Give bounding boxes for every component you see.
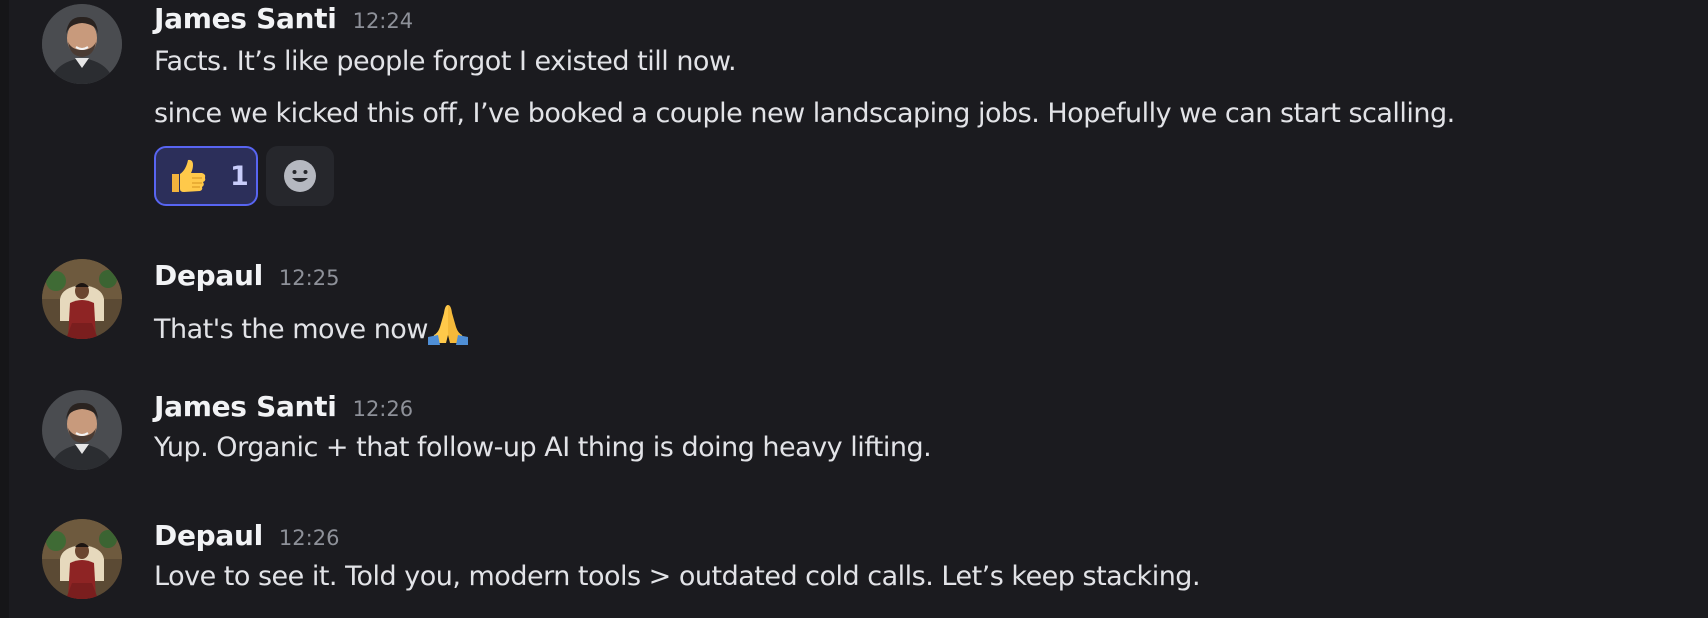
thumbs-up-emoji bbox=[172, 159, 206, 192]
reaction-thumbs-up[interactable]: 1 bbox=[154, 146, 258, 206]
timestamp[interactable]: 12:24 bbox=[353, 9, 414, 33]
author-name[interactable]: Depaul bbox=[154, 259, 263, 292]
avatar-james-santi[interactable] bbox=[42, 390, 122, 470]
message-text: Facts. It’s like people forgot I existed… bbox=[154, 46, 737, 77]
reaction-count: 1 bbox=[230, 160, 249, 192]
add-reaction-button[interactable] bbox=[266, 146, 334, 206]
timestamp[interactable]: 12:26 bbox=[353, 397, 414, 421]
author-name[interactable]: Depaul bbox=[154, 519, 263, 552]
author-name[interactable]: James Santi bbox=[154, 390, 337, 423]
avatar-james-santi[interactable] bbox=[42, 4, 122, 84]
message-text: That's the move now bbox=[154, 301, 470, 345]
message-list: James Santi 12:24 Facts. It’s like peopl… bbox=[0, 0, 1708, 618]
message-text: since we kicked this off, I’ve booked a … bbox=[154, 98, 1455, 129]
message-header: Depaul 12:25 bbox=[154, 259, 339, 292]
avatar-depaul[interactable] bbox=[42, 519, 122, 599]
message-text-content: That's the move now bbox=[154, 314, 428, 345]
message-header: James Santi 12:26 bbox=[154, 390, 413, 423]
message-text: Love to see it. Told you, modern tools >… bbox=[154, 561, 1201, 592]
folded-hands-emoji bbox=[427, 305, 468, 345]
message-header: Depaul 12:26 bbox=[154, 519, 339, 552]
smiley-face-icon bbox=[284, 160, 316, 192]
timestamp[interactable]: 12:25 bbox=[279, 266, 340, 290]
avatar-depaul[interactable] bbox=[42, 259, 122, 339]
reaction-bar: 1 bbox=[154, 146, 334, 206]
message-text: Yup. Organic + that follow-up AI thing i… bbox=[154, 432, 932, 463]
message-header: James Santi 12:24 bbox=[154, 2, 413, 35]
author-name[interactable]: James Santi bbox=[154, 2, 337, 35]
timestamp[interactable]: 12:26 bbox=[279, 526, 340, 550]
